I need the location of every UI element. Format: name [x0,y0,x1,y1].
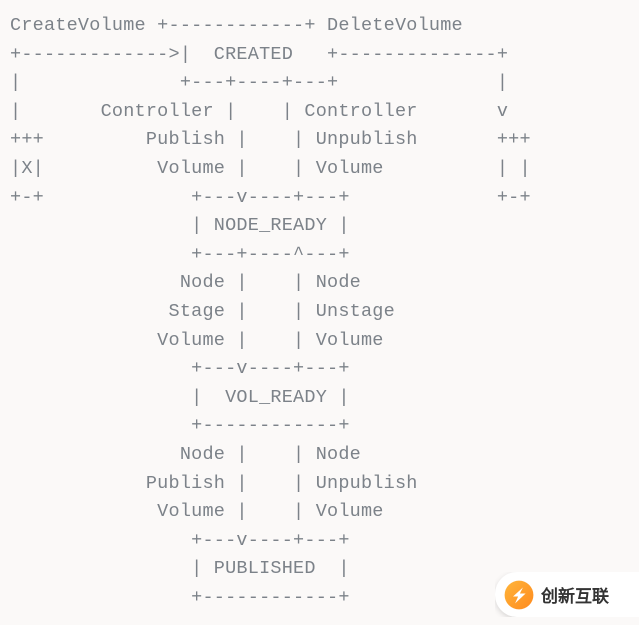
chuangxin-logo-icon [504,580,534,610]
brand-logo-text: 创新互联 [541,582,609,607]
csi-volume-lifecycle-ascii-diagram: CreateVolume +------------+ DeleteVolume… [0,0,639,622]
brand-logo: 创新互联 [495,572,639,617]
